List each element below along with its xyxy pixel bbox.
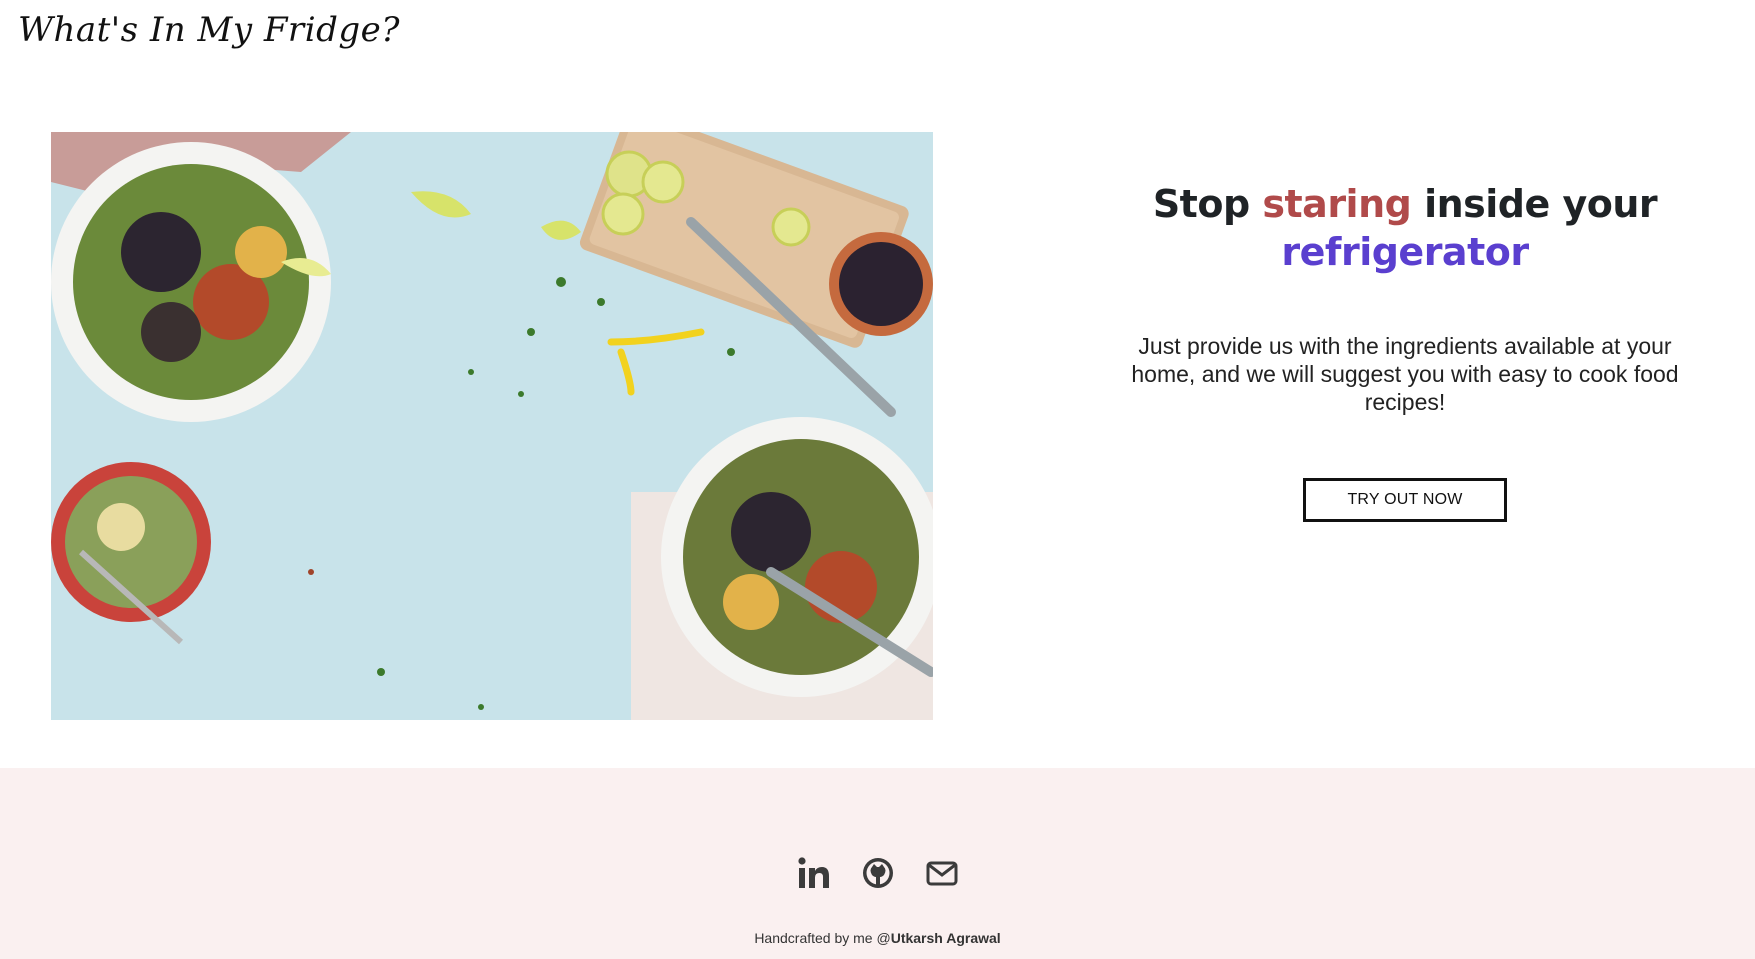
hero-copy: Stop staring inside your refrigerator Ju… — [1090, 180, 1720, 522]
footer-credit: Handcrafted by me @Utkarsh Agrawal — [0, 930, 1755, 946]
mail-icon[interactable] — [925, 856, 959, 890]
credit-prefix: Handcrafted by me @ — [754, 930, 891, 946]
hero-subtext: Just provide us with the ingredients ava… — [1131, 333, 1679, 415]
headline-highlight-staring: staring — [1262, 182, 1412, 226]
footer: Handcrafted by me @Utkarsh Agrawal — [0, 768, 1755, 959]
credit-author-link[interactable]: Utkarsh Agrawal — [891, 930, 1001, 946]
social-links — [0, 856, 1755, 890]
headline-highlight-refrigerator: refrigerator — [1281, 230, 1529, 274]
headline-part2: inside your — [1411, 182, 1658, 226]
try-out-now-button[interactable]: TRY OUT NOW — [1303, 478, 1507, 522]
hero-headline: Stop staring inside your refrigerator — [1090, 180, 1720, 276]
github-icon[interactable] — [861, 856, 895, 890]
linkedin-icon[interactable] — [797, 856, 831, 890]
hero-food-image — [51, 132, 933, 720]
headline-part1: Stop — [1152, 182, 1263, 226]
site-logo-title[interactable]: What's In My Fridge? — [18, 10, 400, 50]
